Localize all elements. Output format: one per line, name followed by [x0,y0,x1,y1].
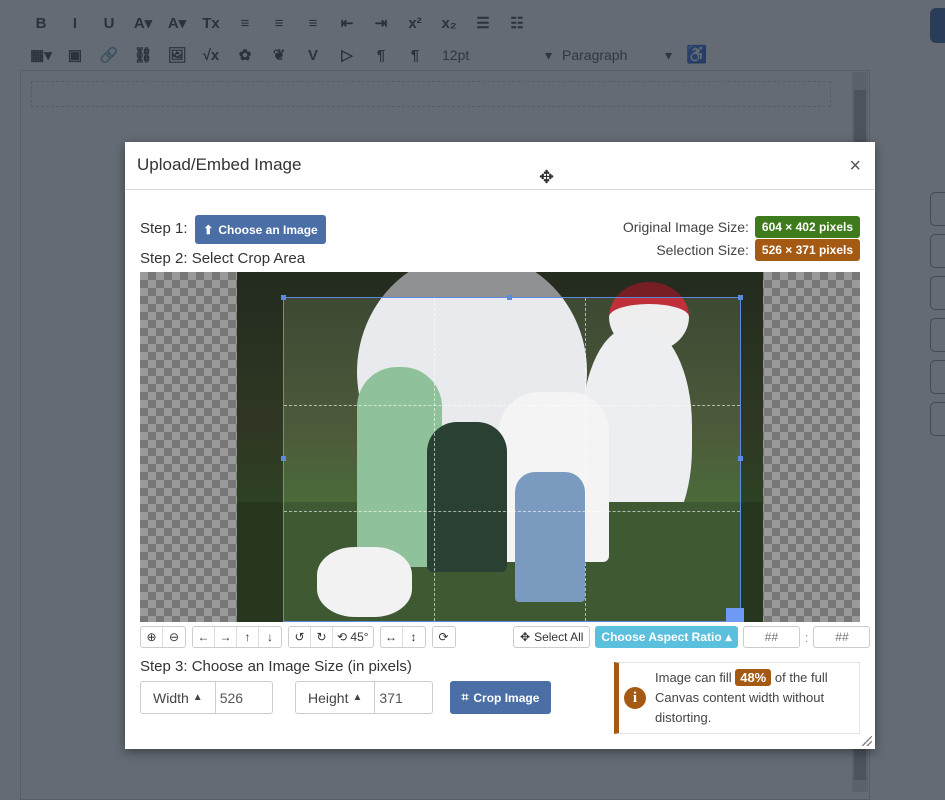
crop-selection-box[interactable] [281,295,744,622]
select-all-label: Select All [534,630,584,644]
crop-mask [237,272,763,297]
arrow-right-icon[interactable]: → [215,627,237,647]
rotate-left-icon[interactable]: ↺ [289,627,311,647]
ratio-separator: : [804,629,809,645]
crop-area[interactable] [140,272,860,622]
upload-embed-image-dialog: Upload/Embed Image ✥ × Step 1: ⬆ Choose a… [125,142,875,749]
caret-up-icon: ▴ [725,630,732,644]
choose-image-label: Choose an Image [218,222,318,237]
ratio-width-input[interactable] [742,626,800,648]
info-text: Image can fill 48% of the full Canvas co… [655,668,859,728]
select-all-button[interactable]: ✥ Select All [513,626,591,648]
caret-up-icon: ▲ [192,692,203,703]
width-field-group: Width ▲ [140,681,274,714]
zoom-in-icon[interactable]: ⊕ [141,627,163,647]
aspect-toolbar: ✥Select All Choose Aspect Ratio▴ : [513,626,871,648]
crop-mask [237,297,283,622]
crop-mask [741,297,763,622]
height-field-group: Height ▲ [295,681,434,714]
zoom-group: ⊕ ⊖ [140,626,186,648]
dialog-title: Upload/Embed Image [137,155,302,174]
step2-label: Step 2: Select Crop Area [140,250,306,267]
aspect-ratio-label: Choose Aspect Ratio [601,630,722,644]
crop-resize-handle[interactable] [726,608,744,622]
crop-toolbar: ⊕ ⊖ ← → ↑ ↓ ↺ ↻ ⟲ 45° ↔ ↕ ⟳ [140,626,456,648]
width-label: Width [153,689,189,706]
upload-icon: ⬆ [203,222,214,237]
fill-percent-badge: 48% [735,669,772,686]
move-icon: ✥ [520,630,531,644]
flip-group: ↔ ↕ [379,626,426,648]
crop-guide [284,404,740,406]
move-group: ← → ↑ ↓ [192,626,282,648]
resize-grip-icon[interactable] [862,736,872,746]
height-dropdown[interactable]: Height ▲ [296,682,376,713]
step3-label: Step 3: Choose an Image Size (in pixels) [140,658,412,675]
rotate-group: ↺ ↻ ⟲ 45° [288,626,374,648]
arrow-up-icon[interactable]: ↑ [237,627,259,647]
reset-group: ⟳ [431,626,456,648]
reset-icon[interactable]: ⟳ [433,627,455,647]
crop-image-label: Crop Image [473,690,540,705]
crop-guide [584,298,586,621]
info-prefix: Image can fill [655,670,732,685]
crop-handle[interactable] [281,456,286,462]
aspect-ratio-button[interactable]: Choose Aspect Ratio ▴ [595,626,738,648]
caret-up-icon: ▲ [352,692,363,703]
original-size-label: Original Image Size: [622,219,749,235]
move-cursor-icon: ✥ [539,167,555,187]
height-label: Height [308,689,349,706]
dialog-header[interactable]: Upload/Embed Image ✥ × [125,142,875,190]
crop-handle[interactable] [738,456,743,462]
close-button[interactable]: × [849,156,861,176]
selection-size-badge: 526 × 371 pixels [754,239,860,261]
width-input[interactable] [215,682,274,713]
crop-image-button[interactable]: ⌗ Crop Image [450,681,551,714]
arrow-down-icon[interactable]: ↓ [259,627,281,647]
flip-vertical-icon[interactable]: ↕ [403,627,425,647]
crop-handle[interactable] [281,295,286,300]
selection-size-row: Selection Size: 526 × 371 pixels [656,239,860,261]
rotate-right-icon[interactable]: ↻ [311,627,333,647]
step1-label: Step 1: [140,220,188,237]
choose-image-button[interactable]: ⬆ Choose an Image [195,215,326,244]
flip-horizontal-icon[interactable]: ↔ [381,627,403,647]
crop-icon: ⌗ [461,690,469,704]
arrow-left-icon[interactable]: ← [193,627,215,647]
crop-guide [434,298,436,621]
original-size-row: Original Image Size: 604 × 402 pixels [623,216,860,238]
crop-handle[interactable] [738,295,743,300]
rotate-45-button[interactable]: ⟲ 45° [333,627,373,647]
info-icon: i [624,687,646,709]
zoom-out-icon[interactable]: ⊖ [163,627,185,647]
width-dropdown[interactable]: Width ▲ [141,682,216,713]
crop-guide [284,511,740,513]
info-alert: i Image can fill 48% of the full Canvas … [614,662,860,734]
original-size-badge: 604 × 402 pixels [754,216,860,238]
crop-handle[interactable] [507,295,513,300]
selection-size-label: Selection Size: [656,242,749,258]
ratio-height-input[interactable] [813,626,871,648]
height-input[interactable] [375,682,434,713]
